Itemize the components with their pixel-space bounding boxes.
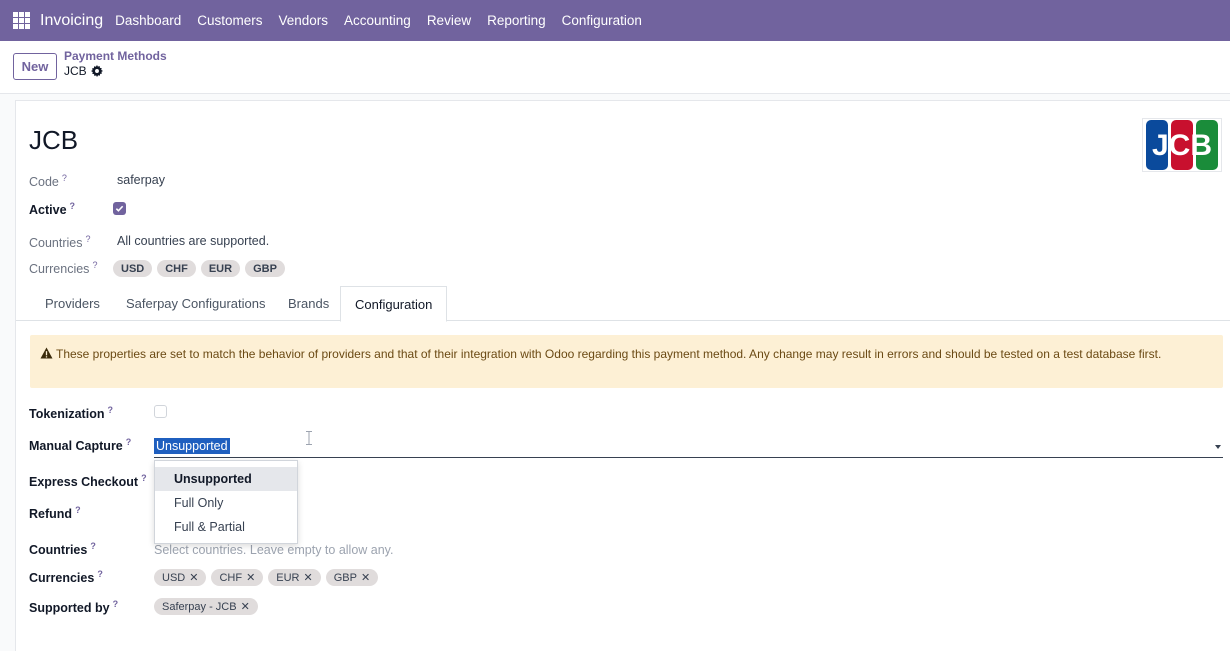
breadcrumb-current: JCB: [64, 64, 103, 78]
provider-tag-label: Saferpay - JCB: [162, 600, 237, 613]
countries-value: All countries are supported.: [117, 234, 270, 248]
menu-accounting[interactable]: Accounting: [344, 13, 411, 28]
code-label: Code?: [29, 173, 67, 189]
countries-label-text: Countries: [29, 236, 83, 251]
tab-configuration[interactable]: Configuration: [340, 286, 448, 322]
record-title[interactable]: JCB: [29, 125, 78, 156]
help-icon[interactable]: ?: [126, 437, 132, 447]
warning-icon: [40, 347, 53, 359]
check-icon: [115, 205, 124, 212]
text-cursor-icon: [306, 431, 312, 445]
breadcrumb-parent[interactable]: Payment Methods: [64, 49, 167, 63]
currency-tag: USD: [113, 260, 153, 277]
menu-customers[interactable]: Customers: [197, 13, 262, 28]
refund-label-text: Refund: [29, 507, 73, 522]
notebook-tabs: Providers Saferpay Configurations Brands…: [16, 286, 1230, 322]
config-countries-label: Countries?: [29, 541, 96, 557]
tokenization-checkbox[interactable]: [154, 405, 167, 418]
help-icon[interactable]: ?: [86, 234, 91, 244]
supported-by-tags[interactable]: Saferpay - JCB ✕: [154, 598, 258, 615]
menu-dashboard[interactable]: Dashboard: [115, 13, 181, 28]
help-icon[interactable]: ?: [90, 541, 96, 551]
tab-brands[interactable]: Brands: [288, 286, 329, 321]
tokenization-label-text: Tokenization: [29, 407, 105, 422]
remove-tag-icon[interactable]: ✕: [241, 600, 250, 613]
express-checkout-label: Express Checkout?: [29, 473, 147, 489]
manual-capture-dropdown: Unsupported Full Only Full & Partial: [154, 460, 298, 544]
warning-alert: These properties are set to match the be…: [30, 335, 1223, 388]
currency-tag: USD ✕: [154, 569, 207, 586]
currencies-label: Currencies?: [29, 260, 97, 276]
currency-tag: CHF: [157, 260, 196, 277]
option-full-partial[interactable]: Full & Partial: [155, 515, 297, 539]
help-icon[interactable]: ?: [92, 260, 97, 270]
apps-menu-icon[interactable]: [13, 12, 30, 29]
help-icon[interactable]: ?: [75, 505, 81, 515]
manual-capture-label: Manual Capture?: [29, 437, 131, 453]
warning-text: These properties are set to match the be…: [56, 347, 1162, 361]
active-label: Active?: [29, 201, 75, 217]
menu-configuration[interactable]: Configuration: [562, 13, 642, 28]
refund-label: Refund?: [29, 505, 81, 521]
config-countries-label-text: Countries: [29, 543, 88, 558]
help-icon[interactable]: ?: [107, 405, 113, 415]
logo-text: JCB: [1152, 129, 1212, 162]
help-icon[interactable]: ?: [141, 473, 147, 483]
express-checkout-label-text: Express Checkout: [29, 475, 139, 490]
currency-tag: CHF ✕: [211, 569, 264, 586]
manual-capture-value: Unsupported: [154, 438, 230, 454]
control-panel: New Payment Methods JCB: [0, 41, 1230, 94]
option-unsupported[interactable]: Unsupported: [155, 467, 297, 491]
remove-tag-icon[interactable]: ✕: [246, 571, 255, 584]
remove-tag-icon[interactable]: ✕: [304, 571, 313, 584]
help-icon[interactable]: ?: [113, 599, 119, 609]
currencies-label-text: Currencies: [29, 262, 90, 277]
currency-tag: GBP ✕: [325, 569, 379, 586]
jcb-logo-image[interactable]: JCB: [1142, 118, 1222, 172]
menu-reporting[interactable]: Reporting: [487, 13, 546, 28]
form-sheet: JCB JCB Code? saferpay Active? Countries…: [15, 100, 1230, 651]
provider-tag: Saferpay - JCB ✕: [154, 598, 258, 615]
active-checkbox[interactable]: [113, 202, 126, 215]
currency-tag-label: EUR: [276, 571, 300, 584]
currency-tag-label: CHF: [219, 571, 243, 584]
currency-tag: EUR: [200, 260, 241, 277]
supported-by-label: Supported by?: [29, 599, 118, 615]
menu-review[interactable]: Review: [427, 13, 471, 28]
config-currencies-label: Currencies?: [29, 569, 103, 585]
breadcrumb-current-label: JCB: [64, 64, 87, 78]
currency-tag: GBP: [245, 260, 285, 277]
currency-tag: EUR ✕: [268, 569, 321, 586]
app-name[interactable]: Invoicing: [40, 12, 103, 30]
code-label-text: Code: [29, 175, 59, 190]
help-icon[interactable]: ?: [62, 173, 67, 183]
countries-label: Countries?: [29, 234, 91, 250]
jcb-logo-icon: JCB: [1146, 120, 1218, 170]
new-button[interactable]: New: [13, 53, 57, 80]
remove-tag-icon[interactable]: ✕: [361, 571, 370, 584]
tab-providers[interactable]: Providers: [45, 286, 100, 321]
countries-input[interactable]: Select countries. Leave empty to allow a…: [154, 543, 393, 557]
tokenization-label: Tokenization?: [29, 405, 113, 421]
currency-tag-label: USD: [162, 571, 186, 584]
option-full-only[interactable]: Full Only: [155, 491, 297, 515]
config-currencies-tags[interactable]: USD ✕ CHF ✕ EUR ✕ GBP ✕: [154, 569, 379, 586]
menu-vendors[interactable]: Vendors: [278, 13, 328, 28]
help-icon[interactable]: ?: [97, 569, 103, 579]
currencies-tags: USD CHF EUR GBP: [113, 260, 285, 277]
manual-capture-label-text: Manual Capture: [29, 439, 123, 454]
top-navbar: Invoicing Dashboard Customers Vendors Ac…: [0, 0, 1230, 41]
active-label-text: Active: [29, 203, 67, 218]
supported-by-label-text: Supported by: [29, 601, 110, 616]
config-currencies-label-text: Currencies: [29, 571, 95, 586]
remove-tag-icon[interactable]: ✕: [189, 571, 198, 584]
manual-capture-select[interactable]: Unsupported: [154, 435, 1223, 458]
tab-saferpay-configurations[interactable]: Saferpay Configurations: [126, 286, 265, 321]
code-value: saferpay: [117, 173, 165, 187]
help-icon[interactable]: ?: [70, 201, 76, 211]
caret-down-icon[interactable]: [1215, 445, 1221, 449]
gear-icon[interactable]: [90, 65, 103, 77]
currency-tag-label: GBP: [333, 571, 357, 584]
